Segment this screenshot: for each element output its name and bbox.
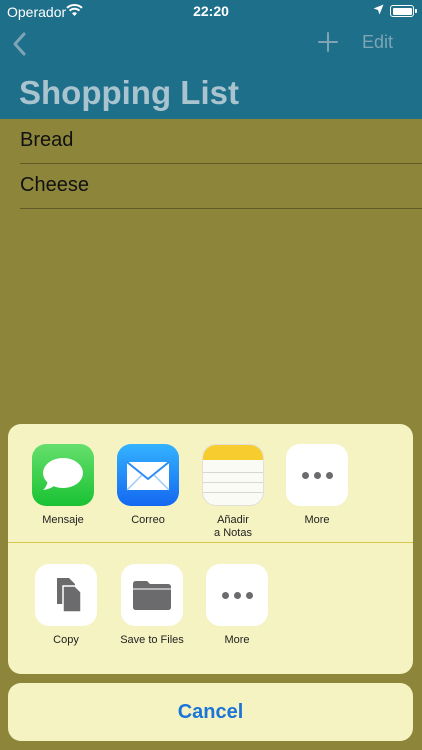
list-item[interactable]: Cheese — [20, 164, 422, 209]
share-app-mail[interactable]: Correo — [108, 444, 188, 527]
mail-icon — [117, 444, 179, 506]
share-sheet: Mensaje Correo Añadir a Notas More Copy … — [8, 424, 413, 674]
battery-icon — [390, 5, 417, 17]
back-chevron-icon[interactable] — [10, 30, 30, 58]
more-icon — [206, 564, 268, 626]
share-app-more[interactable]: More — [277, 444, 357, 527]
share-app-label: More — [304, 514, 330, 526]
cancel-button[interactable]: Cancel — [8, 683, 413, 741]
share-action-copy[interactable]: Copy — [26, 564, 106, 647]
share-app-label: Añadir a Notas — [214, 514, 252, 539]
share-app-messages[interactable]: Mensaje — [23, 444, 103, 527]
notes-icon — [202, 444, 264, 506]
divider — [8, 542, 413, 543]
share-action-more[interactable]: More — [197, 564, 277, 647]
share-app-label: Mensaje — [42, 514, 84, 526]
page-title: Shopping List — [19, 74, 239, 111]
messages-icon — [32, 444, 94, 506]
share-app-notes[interactable]: Añadir a Notas — [193, 444, 273, 540]
copy-icon — [35, 564, 97, 626]
clock: 22:20 — [193, 3, 229, 19]
share-action-label: Copy — [53, 634, 79, 646]
share-app-label: Correo — [131, 514, 165, 526]
list-item[interactable]: Bread — [20, 119, 422, 164]
more-icon — [286, 444, 348, 506]
share-action-label: Save to Files — [120, 634, 184, 646]
share-action-save-to-files[interactable]: Save to Files — [112, 564, 192, 647]
location-icon — [373, 4, 384, 15]
edit-button[interactable]: Edit — [362, 32, 393, 53]
share-action-label: More — [224, 634, 250, 646]
status-bar: Operador 22:20 — [0, 0, 422, 24]
navigation-bar: Edit Shopping List — [0, 24, 422, 119]
folder-icon — [121, 564, 183, 626]
add-icon[interactable] — [318, 32, 338, 52]
